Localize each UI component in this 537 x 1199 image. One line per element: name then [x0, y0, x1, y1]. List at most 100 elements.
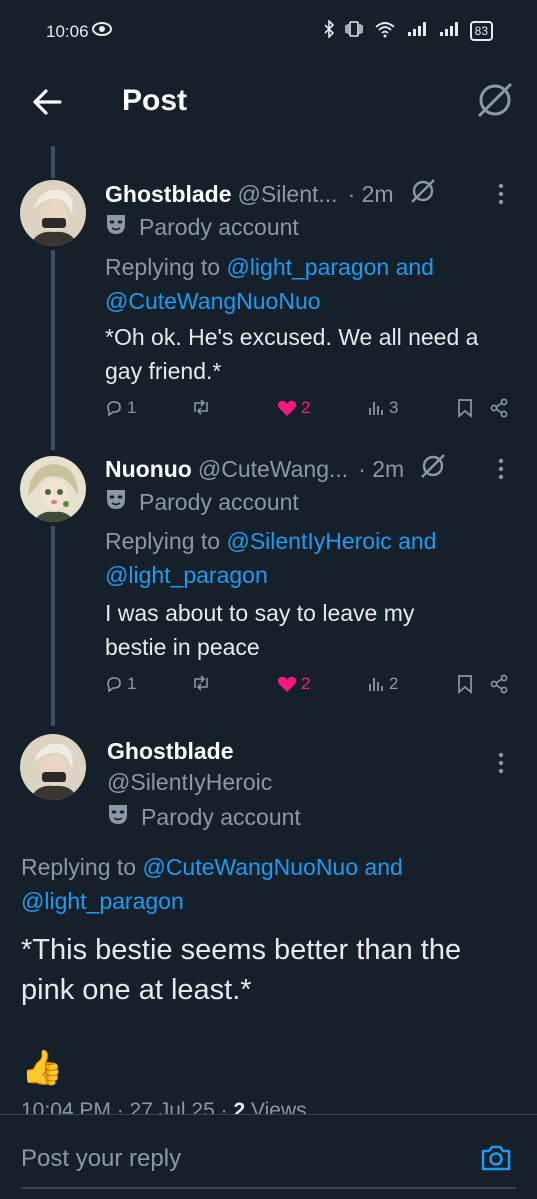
reply-header: Nuonuo @CuteWang... · 2m	[105, 453, 446, 485]
reply-input[interactable]: Post your reply	[21, 1145, 181, 1173]
replying-prefix: Replying to	[105, 528, 227, 554]
avatar[interactable]	[20, 734, 86, 800]
mention-link[interactable]: @light_paragon and	[226, 254, 434, 280]
username[interactable]: @SilentIyHeroic	[107, 769, 272, 796]
reply-icon	[107, 401, 121, 417]
reply-count: 1	[127, 398, 137, 417]
views-icon	[369, 402, 383, 415]
mention-link[interactable]: @CuteWangNuoNuo	[105, 288, 321, 314]
parody-label: Parody account	[139, 488, 299, 515]
repost-button[interactable]	[191, 398, 211, 416]
eye-icon	[92, 22, 112, 41]
thread-line	[51, 146, 55, 178]
display-name[interactable]: Nuonuo	[105, 456, 192, 483]
like-button[interactable]: 2	[277, 674, 310, 694]
more-options-icon[interactable]	[491, 751, 511, 775]
wifi-icon	[374, 20, 396, 41]
status-bar: 10:06 83	[0, 0, 537, 62]
post-text-line: *This bestie seems better than the	[21, 934, 462, 966]
reply-count: 1	[127, 674, 137, 693]
action-bar: 1 2 3	[105, 398, 515, 428]
grok-icon[interactable]	[420, 453, 446, 485]
post-time: · 2m	[358, 455, 405, 482]
avatar[interactable]	[20, 456, 86, 522]
reply-composer: Post your reply	[0, 1114, 537, 1199]
reply-header: Ghostblade @Silent... · 2m	[105, 178, 436, 210]
heart-icon	[277, 676, 297, 692]
mention-link[interactable]: @light_paragon	[105, 562, 268, 588]
repost-icon	[194, 675, 208, 691]
parody-label: Parody account	[141, 803, 301, 830]
parody-label: Parody account	[139, 213, 299, 240]
more-options-icon[interactable]	[491, 182, 511, 206]
mention-link[interactable]: @CuteWangNuoNuo and	[142, 854, 402, 880]
thumbs-up-emoji: 👍	[21, 1049, 64, 1087]
share-icon[interactable]	[489, 674, 509, 694]
views-count: 2	[389, 674, 399, 693]
repost-icon	[194, 399, 208, 415]
like-button[interactable]: 2	[277, 398, 310, 418]
post-text-line: *Oh ok. He's excused. We all need a	[105, 324, 479, 350]
replying-prefix: Replying to	[21, 854, 143, 880]
camera-icon[interactable]	[479, 1141, 513, 1175]
repost-button[interactable]	[191, 674, 211, 692]
post-text-line: pink one at least.*	[21, 974, 252, 1006]
reply-button[interactable]: 1	[105, 674, 136, 694]
views-button[interactable]: 2	[367, 674, 398, 694]
like-count: 2	[301, 398, 311, 417]
replying-to: Replying to @CuteWangNuoNuo and @light_p…	[21, 850, 521, 918]
top-bar: Post	[0, 62, 537, 146]
status-time: 10:06	[46, 22, 89, 41]
username[interactable]: @Silent...	[238, 181, 338, 208]
post-text-line: bestie in peace	[105, 634, 260, 660]
mention-link[interactable]: @light_paragon	[21, 888, 184, 914]
parody-badge: Parody account	[105, 487, 299, 517]
mask-icon	[105, 212, 127, 242]
thread-line	[51, 250, 55, 450]
display-name[interactable]: Ghostblade	[105, 181, 232, 208]
display-name[interactable]: Ghostblade	[107, 738, 234, 765]
heart-icon	[277, 400, 297, 416]
post-text: *Oh ok. He's excused. We all need a gay …	[105, 320, 525, 388]
post-text: *This bestie seems better than the pink …	[21, 930, 521, 1010]
post-text: I was about to say to leave my bestie in…	[105, 596, 525, 664]
thread-line	[51, 526, 55, 726]
post-text-line: gay friend.*	[105, 358, 222, 384]
bookmark-icon[interactable]	[457, 398, 473, 418]
post-text-line: I was about to say to leave my	[105, 600, 415, 626]
mask-icon	[105, 487, 127, 517]
reply-button[interactable]: 1	[105, 398, 136, 418]
bookmark-icon[interactable]	[457, 674, 473, 694]
avatar[interactable]	[20, 180, 86, 246]
username[interactable]: @CuteWang...	[198, 456, 348, 483]
battery-indicator: 83	[469, 20, 493, 41]
action-bar: 1 2 2	[105, 674, 515, 704]
mention-link[interactable]: @SilentIyHeroic and	[226, 528, 436, 554]
post-meta: 10:04 PM · 27 Jul 25 · 2 Views	[21, 1099, 307, 1115]
replying-to: Replying to @SilentIyHeroic and @light_p…	[105, 524, 525, 592]
like-count: 2	[301, 674, 311, 693]
replying-prefix: Replying to	[105, 254, 227, 280]
parody-badge: Parody account	[107, 802, 301, 832]
post-time: · 2m	[347, 180, 394, 207]
back-arrow-icon[interactable]	[30, 82, 70, 122]
vibrate-icon	[344, 20, 364, 41]
grok-icon[interactable]	[410, 178, 436, 210]
grok-icon[interactable]	[475, 80, 515, 120]
more-options-icon[interactable]	[491, 457, 511, 481]
views-label: Views	[245, 1099, 307, 1115]
views-count: 2	[233, 1099, 246, 1115]
parody-badge: Parody account	[105, 212, 299, 242]
views-count: 3	[389, 398, 399, 417]
status-icons: 83	[324, 19, 493, 41]
page-title: Post	[122, 84, 188, 117]
replying-to: Replying to @light_paragon and @CuteWang…	[105, 250, 525, 318]
signal-icon	[406, 20, 428, 41]
signal-icon-2	[438, 20, 460, 41]
bluetooth-icon	[324, 19, 334, 41]
views-icon	[369, 678, 383, 691]
views-button[interactable]: 3	[367, 398, 398, 418]
reply-icon	[107, 677, 121, 693]
share-icon[interactable]	[489, 398, 509, 418]
post-timestamp: 10:04 PM · 27 Jul 25 ·	[21, 1099, 234, 1115]
